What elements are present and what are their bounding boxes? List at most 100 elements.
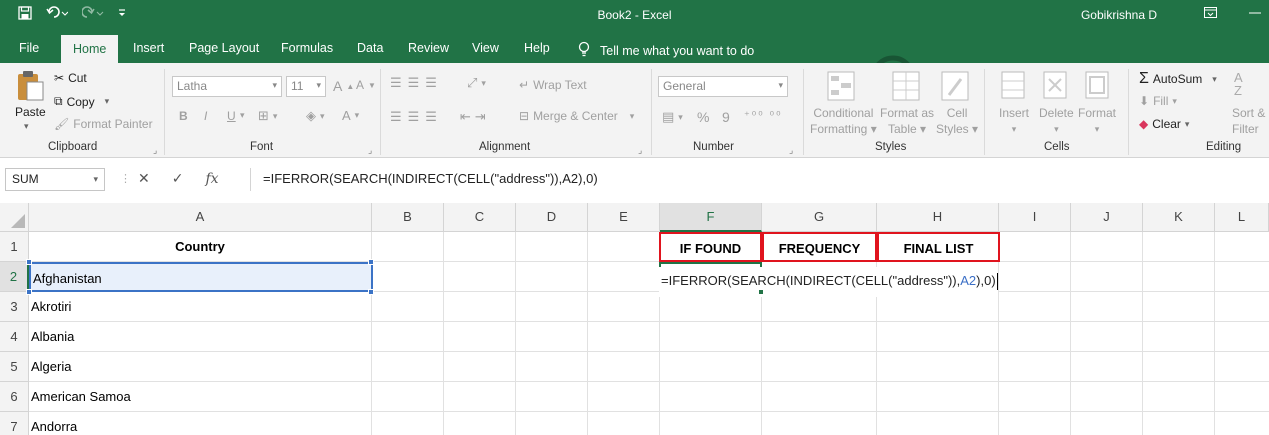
column-header-h[interactable]: H — [877, 203, 999, 232]
percent-style-button[interactable]: % — [697, 109, 709, 125]
underline-button[interactable]: U — [227, 109, 236, 123]
tab-data[interactable]: Data — [357, 33, 383, 63]
cell-styles-button[interactable]: Cell Styles ▾ — [936, 105, 978, 137]
fill-color-icon[interactable]: ◈ ▾ — [306, 108, 325, 124]
format-as-table-button[interactable]: Format as Table ▾ — [880, 105, 934, 137]
cell-a5[interactable]: Algeria — [29, 352, 372, 382]
cell-g1[interactable]: FREQUENCY — [762, 232, 877, 262]
select-all-corner[interactable] — [0, 203, 29, 232]
comma-style-button[interactable]: 9 — [722, 109, 730, 125]
font-color-icon[interactable]: A ▾ — [342, 108, 359, 123]
font-name-combo[interactable]: Latha ▾ — [172, 76, 282, 97]
cell-f1[interactable]: IF FOUND — [659, 232, 762, 262]
cell-editor[interactable]: =IFERROR(SEARCH(INDIRECT(CELL("address")… — [659, 267, 998, 297]
column-header-d[interactable]: D — [516, 203, 588, 232]
italic-button[interactable]: I — [204, 109, 207, 123]
number-format-combo[interactable]: General ▾ — [658, 76, 788, 97]
vertical-align-icons[interactable]: ☰☰☰ — [390, 75, 443, 91]
tab-view[interactable]: View — [472, 33, 499, 63]
cell-a7[interactable]: Andorra — [29, 412, 372, 435]
column-header-i[interactable]: I — [999, 203, 1071, 232]
clipboard-launcher-icon[interactable]: ⌟ — [153, 145, 157, 156]
range-handle-icon[interactable] — [368, 289, 374, 295]
tab-file[interactable]: File — [19, 33, 39, 63]
accounting-format-icon[interactable]: ▤ ▾ — [662, 109, 683, 125]
tab-page-layout[interactable]: Page Layout — [189, 33, 259, 63]
conditional-formatting-button[interactable]: Conditional Formatting ▾ — [810, 105, 877, 137]
cell-h1[interactable]: FINAL LIST — [877, 232, 1000, 262]
sort-filter-button[interactable]: Sort & Filter — [1232, 105, 1265, 137]
cancel-icon[interactable]: ✕ — [138, 170, 150, 187]
bold-button[interactable]: B — [179, 109, 188, 123]
fill-handle-icon[interactable] — [758, 289, 764, 295]
format-painter-button[interactable]: 🖌 Format Painter — [54, 117, 153, 131]
delete-cells-icon[interactable] — [1043, 71, 1069, 104]
column-header-e[interactable]: E — [588, 203, 660, 232]
tell-me-box[interactable]: Tell me what you want to do — [578, 41, 754, 60]
paste-dropdown-icon[interactable]: ▾ — [24, 121, 29, 132]
formula-bar: SUM ▾ ⋮ ✕ ✓ fx =IFERROR(SEARCH(INDIRECT(C… — [0, 158, 1269, 203]
font-launcher-icon[interactable]: ⌟ — [368, 145, 372, 156]
alignment-launcher-icon[interactable]: ⌟ — [638, 145, 642, 156]
cell-a2[interactable]: Afghanistan — [29, 262, 373, 292]
cell-a6[interactable]: American Samoa — [29, 382, 372, 412]
decrease-font-icon[interactable]: A ▼ — [356, 78, 376, 92]
wrap-text-button[interactable]: ↵ Wrap Text — [519, 78, 587, 92]
number-launcher-icon[interactable]: ⌟ — [789, 145, 793, 156]
tab-review[interactable]: Review — [408, 33, 449, 63]
column-header-j[interactable]: J — [1071, 203, 1143, 232]
paste-button[interactable]: Paste — [15, 105, 46, 119]
column-header-c[interactable]: C — [444, 203, 516, 232]
minimize-icon[interactable] — [1249, 7, 1261, 21]
insert-function-icon[interactable]: fx — [205, 171, 218, 187]
column-header-f[interactable]: F — [660, 203, 762, 232]
font-size-combo[interactable]: 11 ▾ — [286, 76, 326, 97]
enter-icon[interactable]: ✓ — [172, 170, 184, 187]
range-handle-icon[interactable] — [368, 259, 374, 265]
user-name[interactable]: Gobikrishna D — [1081, 8, 1157, 22]
format-cells-button[interactable]: Format ▾ — [1078, 105, 1116, 137]
cells-group-label: Cells — [1044, 141, 1070, 153]
copy-button[interactable]: ⧉ Copy ▾ — [54, 94, 109, 109]
tab-help[interactable]: Help — [524, 33, 550, 63]
autosum-button[interactable]: Σ AutoSum ▾ — [1139, 70, 1217, 88]
clear-button[interactable]: ◆ Clear ▾ — [1139, 117, 1189, 131]
column-header-k[interactable]: K — [1143, 203, 1215, 232]
fill-button[interactable]: ⬇ Fill ▾ — [1139, 94, 1177, 108]
underline-dropdown-icon[interactable]: ▾ — [240, 110, 245, 121]
column-header-g[interactable]: G — [762, 203, 877, 232]
divider — [803, 69, 804, 155]
insert-cells-icon[interactable] — [1001, 71, 1027, 104]
tab-home[interactable]: Home — [61, 35, 119, 63]
ribbon-display-icon[interactable] — [1204, 7, 1217, 21]
cut-button[interactable]: ✂ Cut — [54, 71, 87, 85]
splitter-icon[interactable]: ⋮ — [120, 172, 131, 185]
orientation-icon[interactable]: ⤢ ▾ — [467, 75, 486, 91]
range-handle-icon[interactable] — [26, 289, 32, 295]
column-header-l[interactable]: L — [1215, 203, 1269, 232]
sort-filter-icon[interactable]: AZ — [1234, 71, 1243, 97]
horizontal-align-icons[interactable]: ☰☰☰ — [390, 109, 443, 125]
increase-font-icon[interactable]: A ▲ — [333, 78, 354, 94]
delete-cells-button[interactable]: Delete ▾ — [1039, 105, 1074, 137]
cell-styles-icon[interactable] — [941, 71, 971, 106]
decimal-icons[interactable]: ⁺⁰⁰ ⁰⁰ — [744, 109, 783, 122]
paste-icon[interactable] — [15, 70, 45, 105]
column-header-a[interactable]: A — [29, 203, 372, 232]
cell-a4[interactable]: Albania — [29, 322, 372, 352]
merge-center-button[interactable]: ⊟ Merge & Center ▾ — [519, 109, 634, 123]
conditional-formatting-icon[interactable] — [827, 71, 857, 106]
name-box[interactable]: SUM ▾ — [5, 168, 105, 191]
borders-icon[interactable]: ⊞ ▾ — [258, 108, 277, 124]
tab-insert[interactable]: Insert — [133, 33, 164, 63]
indent-icons[interactable]: ⇤⇥ — [460, 109, 490, 125]
format-cells-icon[interactable] — [1085, 71, 1111, 104]
insert-cells-button[interactable]: Insert ▾ — [999, 105, 1029, 137]
range-handle-icon[interactable] — [26, 259, 32, 265]
cell-a1[interactable]: Country — [29, 232, 372, 262]
formula-input[interactable]: =IFERROR(SEARCH(INDIRECT(CELL("address")… — [250, 168, 1269, 191]
cell-a3[interactable]: Akrotiri — [29, 292, 372, 322]
column-header-b[interactable]: B — [372, 203, 444, 232]
format-as-table-icon[interactable] — [892, 71, 922, 106]
tab-formulas[interactable]: Formulas — [281, 33, 333, 63]
